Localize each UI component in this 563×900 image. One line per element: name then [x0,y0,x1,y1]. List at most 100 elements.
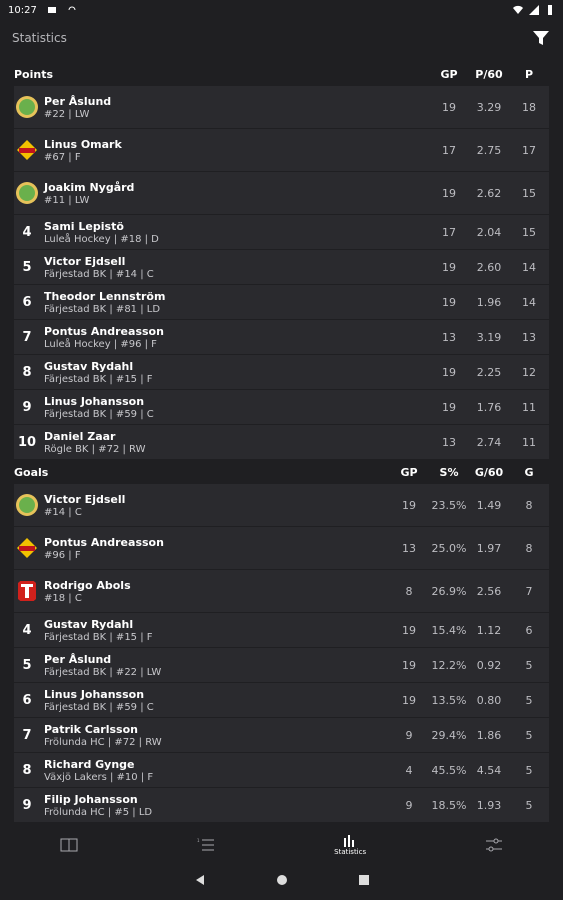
nav-scoreboard[interactable] [60,838,78,852]
stat-value: 2.60 [476,260,502,274]
player-row[interactable]: 5 Per Åslund Färjestad BK | #22 | LW 19 1… [14,648,549,682]
stat-value: 19 [442,260,456,274]
system-nav [0,860,563,900]
player-info: Gustav Rydahl Färjestad BK | #15 | F [40,618,389,643]
stat-value: 17 [442,143,456,157]
stat-value: 3.29 [476,100,502,114]
goals-col-header[interactable]: GP [389,466,429,479]
stat-value: 19 [442,186,456,200]
stat-value: 9 [405,728,413,742]
player-details: #11 | LW [44,194,90,206]
player-row[interactable]: 7 Patrik Carlsson Frölunda HC | #72 | RW… [14,718,549,752]
rank-number: 6 [22,692,32,708]
stat-value: 19 [442,100,456,114]
rank-number: 10 [17,434,37,450]
player-row[interactable]: 4 Gustav Rydahl Färjestad BK | #15 | F 1… [14,613,549,647]
player-row[interactable]: 7 Pontus Andreasson Luleå Hockey | #96 |… [14,320,549,354]
stat-value: 18.5% [431,798,467,812]
player-details: Färjestad BK | #81 | LD [44,303,161,315]
stat-value: 2.25 [476,365,502,379]
stat-value: 13.5% [431,693,467,707]
goals-col-header[interactable]: G/60 [469,466,509,479]
player-info: Richard Gynge Växjö Lakers | #10 | F [40,758,389,783]
stat-value: 15.4% [431,623,467,637]
stat-value: 29.4% [431,728,467,742]
stat-value: 19 [442,400,456,414]
goals-col-header[interactable]: G [509,466,549,479]
stat-value: 19 [402,693,416,707]
player-info: Linus Johansson Färjestad BK | #59 | C [40,688,389,713]
nav-list[interactable]: 1 [197,838,215,852]
player-row[interactable]: Per Åslund #22 | LW 19 3.29 18 [14,86,549,128]
player-info: Theodor Lennström Färjestad BK | #81 | L… [40,290,429,315]
player-row[interactable]: 9 Filip Johansson Frölunda HC | #5 | LD … [14,788,549,822]
player-row[interactable]: 8 Richard Gynge Växjö Lakers | #10 | F 4… [14,753,549,787]
player-row[interactable]: Linus Omark #67 | F 17 2.75 17 [14,129,549,171]
player-name: Rodrigo Abols [44,578,131,592]
player-row[interactable]: Pontus Andreasson #96 | F 13 25.0% 1.97 8 [14,527,549,569]
stat-value: 5 [525,658,533,672]
player-name: Linus Johansson [44,394,145,408]
player-row[interactable]: Joakim Nygård #11 | LW 19 2.62 15 [14,172,549,214]
points-col-header[interactable]: P [509,68,549,81]
sync-icon [68,6,76,11]
scoreboard-icon [60,838,78,852]
stat-value: 13 [442,330,456,344]
goals-title: Goals [14,465,49,479]
rank-number: 5 [22,657,32,673]
stat-value: 9 [405,798,413,812]
stat-value: 19 [402,498,416,512]
player-name: Per Åslund [44,94,112,108]
recents-icon[interactable] [358,874,370,886]
stats-content: Points GP P/60 P Per Åslund #22 | LW 19 3.29… [14,62,549,830]
player-row[interactable]: 9 Linus Johansson Färjestad BK | #59 | C… [14,390,549,424]
player-row[interactable]: 6 Linus Johansson Färjestad BK | #59 | C… [14,683,549,717]
team-logo [14,493,40,517]
player-details: Frölunda HC | #72 | RW [44,736,162,748]
player-name: Victor Ejdsell [44,492,126,506]
player-info: Filip Johansson Frölunda HC | #5 | LD [40,793,389,818]
stat-value: 6 [525,623,533,637]
player-details: Luleå Hockey | #96 | F [44,338,157,350]
lulea-logo-icon [17,538,37,558]
player-row[interactable]: 6 Theodor Lennström Färjestad BK | #81 |… [14,285,549,319]
player-row[interactable]: 5 Victor Ejdsell Färjestad BK | #14 | C … [14,250,549,284]
points-col-header[interactable]: P/60 [469,68,509,81]
player-name: Victor Ejdsell [44,254,126,268]
player-info: Pontus Andreasson #96 | F [40,536,389,561]
player-row[interactable]: 10 Daniel Zaar Rögle BK | #72 | RW 13 2.7… [14,425,549,459]
stat-value: 2.04 [476,225,502,239]
player-details: Färjestad BK | #59 | C [44,408,154,420]
player-name: Pontus Andreasson [44,535,164,549]
player-details: #67 | F [44,151,81,163]
rank-number: 9 [22,399,32,415]
filter-icon[interactable] [531,28,551,48]
team-logo [14,536,40,560]
back-icon[interactable] [194,874,206,886]
player-details: #22 | LW [44,108,90,120]
stat-value: 26.9% [431,584,467,598]
home-icon[interactable] [276,874,288,886]
player-row[interactable]: 4 Sami Lepistö Luleå Hockey | #18 | D 17… [14,215,549,249]
player-info: Gustav Rydahl Färjestad BK | #15 | F [40,360,429,385]
farjestad-logo-icon [16,494,38,516]
stat-value: 2.62 [476,186,502,200]
player-info: Rodrigo Abols #18 | C [40,579,389,604]
nav-settings[interactable] [485,838,503,852]
stat-value: 15 [522,225,536,239]
points-col-header[interactable]: GP [429,68,469,81]
goals-col-header[interactable]: S% [429,466,469,479]
player-row[interactable]: 8 Gustav Rydahl Färjestad BK | #15 | F 1… [14,355,549,389]
stat-value: 2.74 [476,435,502,449]
stat-value: 18 [522,100,536,114]
player-details: Växjö Lakers | #10 | F [44,771,154,783]
team-logo [14,138,40,162]
status-time: 10:27 [8,4,37,16]
player-info: Daniel Zaar Rögle BK | #72 | RW [40,430,429,455]
player-info: Linus Johansson Färjestad BK | #59 | C [40,395,429,420]
nav-statistics[interactable]: Statistics [334,834,366,856]
points-section: Points GP P/60 P Per Åslund #22 | LW 19 3.29… [14,62,549,459]
stat-value: 2.56 [476,584,502,598]
player-row[interactable]: Rodrigo Abols #18 | C 8 26.9% 2.56 7 [14,570,549,612]
player-row[interactable]: Victor Ejdsell #14 | C 19 23.5% 1.49 8 [14,484,549,526]
